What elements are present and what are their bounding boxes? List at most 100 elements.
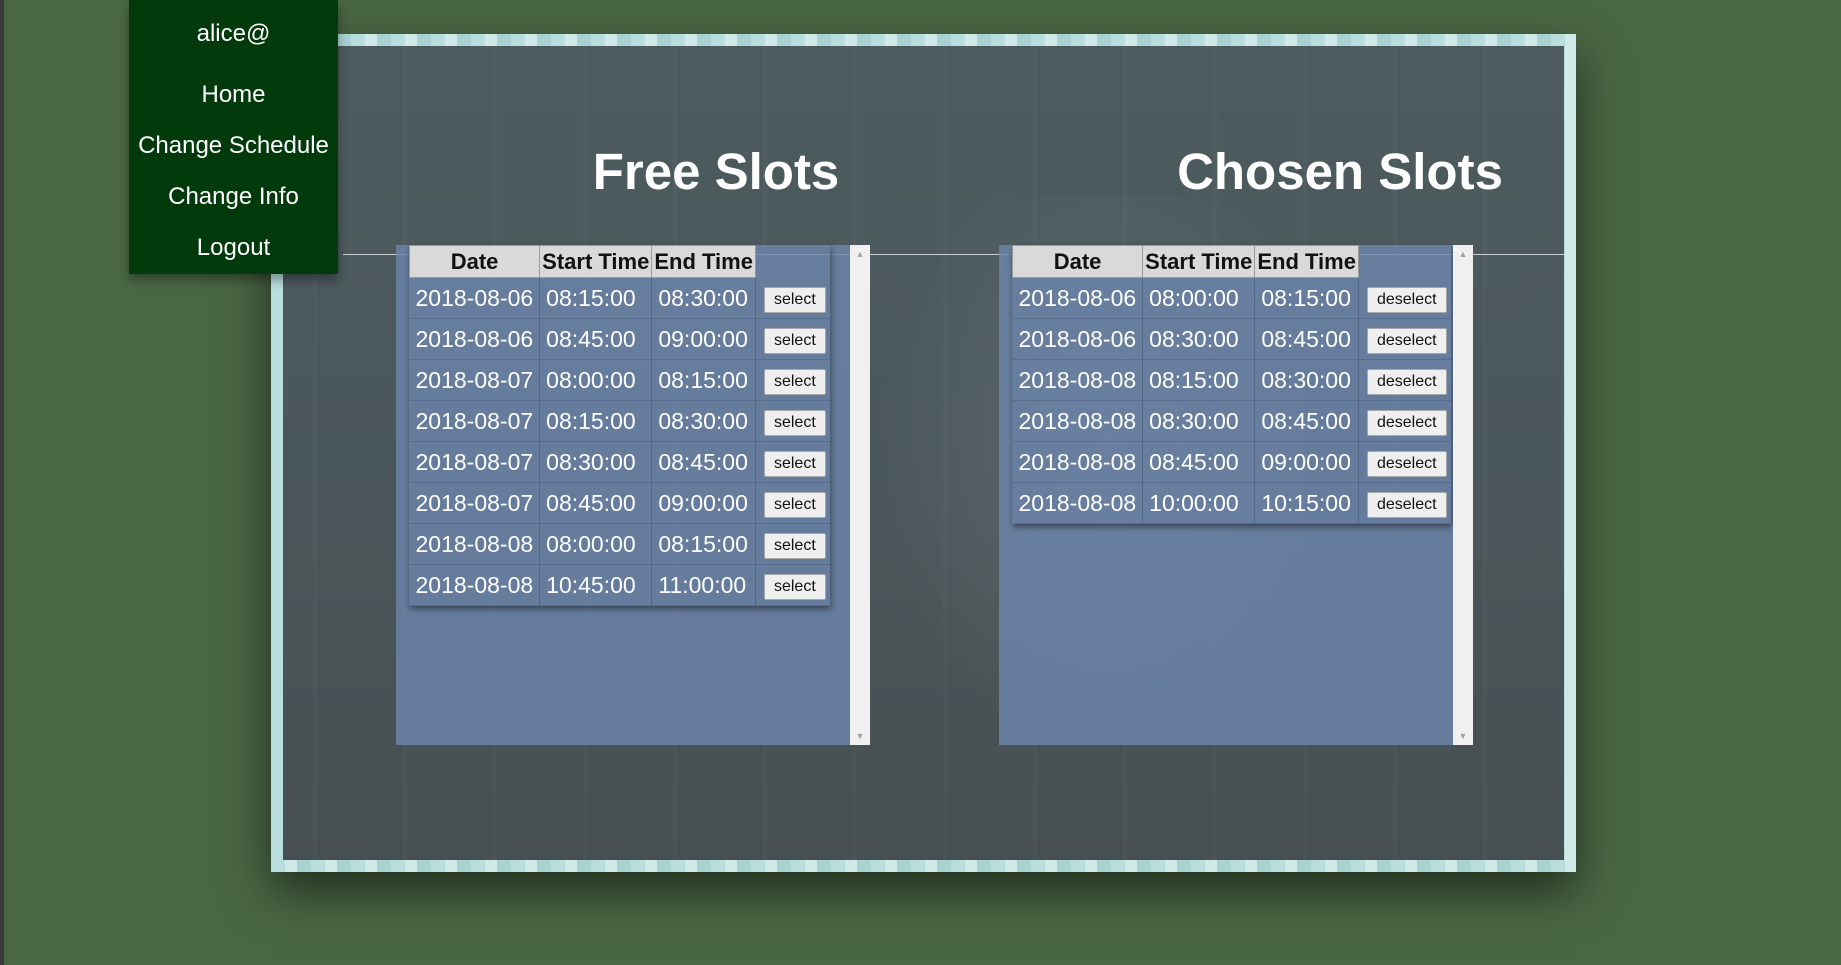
column-header-action	[1358, 246, 1450, 278]
scroll-down-arrow-icon[interactable]: ▼	[1453, 727, 1473, 745]
free-slots-title: Free Slots	[592, 143, 840, 200]
chosen-slots-header-row: Date Start Time End Time	[1011, 245, 1451, 278]
deselect-slot-button[interactable]: deselect	[1366, 369, 1447, 395]
column-header-start-time: Start Time	[539, 245, 653, 278]
slot-row: 2018-08-08 10:00:00 10:15:00 deselect	[1012, 482, 1451, 524]
slot-start-time-cell: 08:30:00	[1142, 400, 1256, 442]
nav-item-home[interactable]: Home	[129, 81, 338, 109]
slot-action-cell: select	[755, 482, 830, 524]
user-email-label: alice@	[196, 20, 271, 47]
free-slots-scroll-box[interactable]: Date Start Time End Time 2018-08-06 08:15…	[396, 245, 870, 745]
scroll-up-arrow-icon[interactable]: ▲	[850, 245, 870, 263]
slot-action-cell: select	[755, 400, 830, 442]
slot-date-cell: 2018-08-07	[409, 441, 541, 483]
slot-row: 2018-08-06 08:15:00 08:30:00 select	[409, 277, 830, 319]
slot-date-cell: 2018-08-08	[1012, 400, 1144, 442]
slot-start-time-cell: 08:45:00	[1142, 441, 1256, 483]
select-slot-button[interactable]: select	[763, 328, 826, 354]
deselect-slot-button[interactable]: deselect	[1366, 492, 1447, 518]
slot-end-time-cell: 09:00:00	[1254, 441, 1359, 483]
slot-end-time-cell: 09:00:00	[651, 482, 756, 524]
slot-date-cell: 2018-08-06	[1012, 318, 1144, 360]
slot-start-time-cell: 10:45:00	[539, 564, 653, 606]
chosen-slots-title: Chosen Slots	[1177, 143, 1503, 200]
slot-action-cell: select	[755, 359, 830, 401]
slot-date-cell: 2018-08-08	[1012, 482, 1144, 524]
slot-action-cell: select	[755, 318, 830, 360]
column-header-start-time: Start Time	[1142, 245, 1256, 278]
slot-start-time-cell: 08:15:00	[539, 277, 653, 319]
slot-date-cell: 2018-08-07	[409, 400, 541, 442]
slot-row: 2018-08-08 08:15:00 08:30:00 deselect	[1012, 359, 1451, 401]
column-header-end-time: End Time	[1254, 245, 1359, 278]
scroll-up-arrow-icon[interactable]: ▲	[1453, 245, 1473, 263]
slot-row: 2018-08-07 08:45:00 09:00:00 select	[409, 482, 830, 524]
deselect-slot-button[interactable]: deselect	[1366, 410, 1447, 436]
select-slot-button[interactable]: select	[763, 410, 826, 436]
select-slot-button[interactable]: select	[763, 574, 826, 600]
slot-start-time-cell: 08:30:00	[539, 441, 653, 483]
chosen-slots-scroll-box[interactable]: Date Start Time End Time 2018-08-06 08:00…	[999, 245, 1473, 745]
column-header-action	[755, 246, 829, 278]
slot-date-cell: 2018-08-07	[409, 359, 541, 401]
column-header-date: Date	[1011, 245, 1144, 278]
slot-start-time-cell: 08:30:00	[1142, 318, 1256, 360]
free-slots-scrollbar[interactable]: ▲ ▼	[850, 245, 870, 745]
nav-item-change-schedule[interactable]: Change Schedule	[129, 132, 338, 160]
slot-end-time-cell: 11:00:00	[651, 564, 756, 606]
slot-row: 2018-08-06 08:00:00 08:15:00 deselect	[1012, 277, 1451, 319]
slot-row: 2018-08-06 08:30:00 08:45:00 deselect	[1012, 318, 1451, 360]
scroll-down-arrow-icon[interactable]: ▼	[850, 727, 870, 745]
slot-date-cell: 2018-08-08	[1012, 359, 1144, 401]
select-slot-button[interactable]: select	[763, 286, 826, 313]
column-header-end-time: End Time	[651, 245, 756, 278]
slot-action-cell: select	[755, 441, 830, 483]
select-slot-button[interactable]: select	[763, 533, 826, 559]
slot-start-time-cell: 08:00:00	[539, 359, 653, 401]
slot-action-cell: deselect	[1358, 318, 1451, 360]
slot-row: 2018-08-07 08:15:00 08:30:00 select	[409, 400, 830, 442]
slot-action-cell: deselect	[1358, 482, 1451, 524]
free-slots-table: Date Start Time End Time 2018-08-06 08:15…	[408, 245, 830, 606]
slot-row: 2018-08-08 08:45:00 09:00:00 deselect	[1012, 441, 1451, 483]
deselect-slot-button[interactable]: deselect	[1366, 451, 1447, 477]
slot-start-time-cell: 10:00:00	[1142, 482, 1256, 524]
slot-row: 2018-08-07 08:00:00 08:15:00 select	[409, 359, 830, 401]
slot-action-cell: deselect	[1358, 277, 1451, 319]
slot-start-time-cell: 08:15:00	[1142, 359, 1256, 401]
chosen-slots-body: 2018-08-06 08:00:00 08:15:00 deselect 2018-0…	[1012, 277, 1451, 524]
slot-end-time-cell: 08:45:00	[651, 441, 756, 483]
slot-start-time-cell: 08:45:00	[539, 482, 653, 524]
nav-item-change-info[interactable]: Change Info	[129, 183, 338, 211]
select-slot-button[interactable]: select	[763, 451, 826, 477]
slot-action-cell: select	[755, 277, 830, 319]
slot-start-time-cell: 08:00:00	[1142, 277, 1256, 319]
slot-date-cell: 2018-08-06	[409, 318, 541, 360]
slot-end-time-cell: 08:30:00	[651, 277, 756, 319]
slot-row: 2018-08-08 08:00:00 08:15:00 select	[409, 523, 830, 565]
window-left-edge	[0, 0, 4, 965]
slot-start-time-cell: 08:00:00	[539, 523, 653, 565]
slot-end-time-cell: 08:15:00	[651, 359, 756, 401]
select-slot-button[interactable]: select	[763, 492, 826, 518]
user-dropdown-menu: alice@ Home Change Schedule Change Info …	[129, 0, 338, 274]
select-slot-button[interactable]: select	[763, 369, 826, 395]
slot-end-time-cell: 09:00:00	[651, 318, 756, 360]
free-slots-header-row: Date Start Time End Time	[408, 245, 830, 278]
nav-item-logout[interactable]: Logout	[129, 234, 338, 262]
chosen-slots-scrollbar[interactable]: ▲ ▼	[1453, 245, 1473, 745]
slot-end-time-cell: 08:45:00	[1254, 400, 1359, 442]
slot-action-cell: select	[755, 564, 830, 606]
slot-action-cell: deselect	[1358, 400, 1451, 442]
slot-end-time-cell: 08:15:00	[1254, 277, 1359, 319]
slot-date-cell: 2018-08-08	[409, 564, 541, 606]
slot-row: 2018-08-08 10:45:00 11:00:00 select	[409, 564, 830, 606]
slot-end-time-cell: 08:30:00	[651, 400, 756, 442]
slot-date-cell: 2018-08-08	[409, 523, 541, 565]
deselect-slot-button[interactable]: deselect	[1366, 328, 1447, 354]
deselect-slot-button[interactable]: deselect	[1366, 286, 1447, 313]
slot-date-cell: 2018-08-07	[409, 482, 541, 524]
slot-row: 2018-08-06 08:45:00 09:00:00 select	[409, 318, 830, 360]
slot-row: 2018-08-07 08:30:00 08:45:00 select	[409, 441, 830, 483]
slot-row: 2018-08-08 08:30:00 08:45:00 deselect	[1012, 400, 1451, 442]
